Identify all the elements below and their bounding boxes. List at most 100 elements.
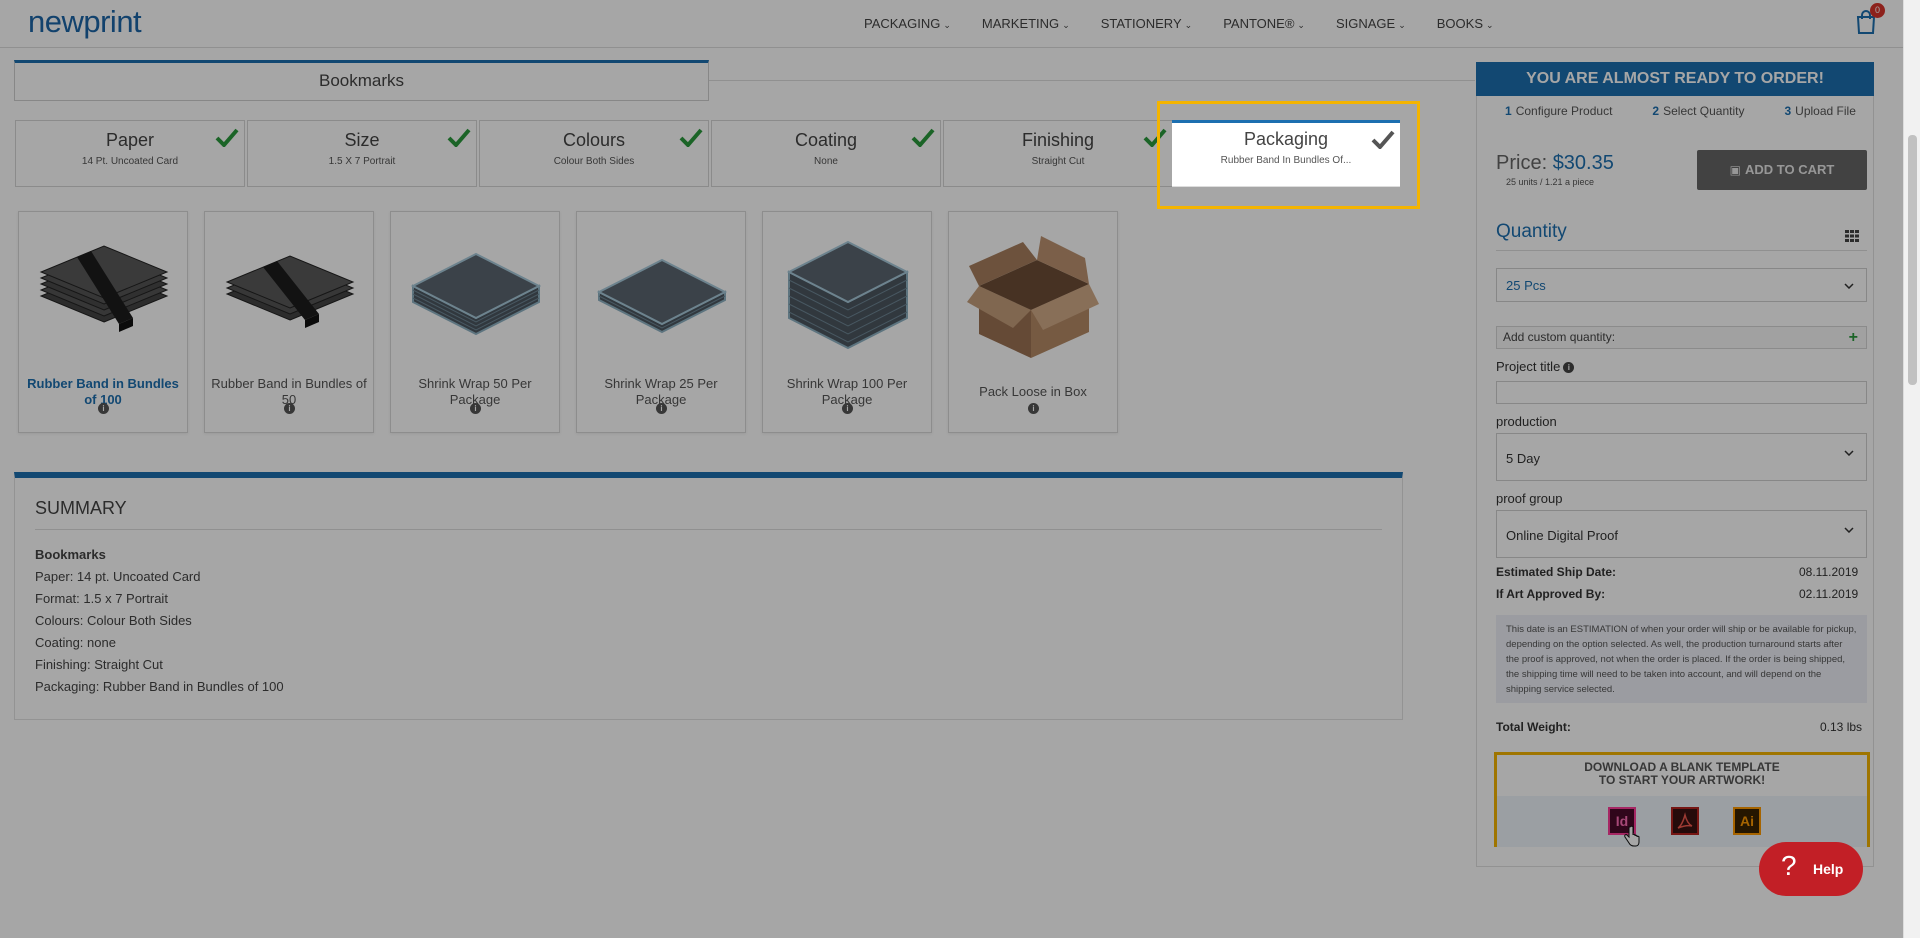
shrink-wrap-100-icon: [786, 240, 910, 350]
check-icon: [447, 128, 471, 147]
option-shrink-wrap-50[interactable]: Shrink Wrap 50 Per Package i: [390, 211, 560, 433]
check-icon: [215, 128, 239, 147]
order-step-upload: 3 Upload File: [1784, 104, 1856, 118]
shrink-wrap-50-icon: [410, 252, 542, 336]
main-nav: PACKAGING ⌄ MARKETING ⌄ STATIONERY ⌄ PANTON…: [864, 16, 1525, 31]
ship-date-note: This date is an ESTIMATION of when your …: [1496, 615, 1867, 703]
approved-by-label: If Art Approved By:: [1496, 587, 1606, 601]
page-scrollbar[interactable]: [1903, 0, 1920, 938]
option-pack-loose-box[interactable]: Pack Loose in Box i: [948, 211, 1118, 433]
ready-banner: YOU ARE ALMOST READY TO ORDER!: [1476, 62, 1874, 96]
chevron-down-icon: ⌄: [1062, 20, 1070, 30]
chevron-down-icon: [1844, 527, 1854, 533]
cart-count-badge: 0: [1870, 3, 1885, 18]
info-icon[interactable]: i: [1563, 362, 1575, 373]
nav-stationery[interactable]: STATIONERY ⌄: [1101, 16, 1192, 31]
project-title-input[interactable]: [1496, 381, 1867, 404]
option-shrink-wrap-100[interactable]: Shrink Wrap 100 Per Package i: [762, 211, 932, 433]
chevron-down-icon: ⌄: [1398, 20, 1406, 30]
chevron-down-icon: [1844, 450, 1854, 456]
summary-line: Coating: none: [35, 635, 116, 650]
info-icon[interactable]: i: [98, 403, 109, 414]
scrollbar-thumb[interactable]: [1908, 135, 1917, 385]
site-header: newprint PACKAGING ⌄ MARKETING ⌄ STATIONER…: [0, 0, 1920, 48]
download-title: DOWNLOAD A BLANK TEMPLATE TO START YOUR …: [1584, 760, 1780, 787]
option-shrink-wrap-25[interactable]: Shrink Wrap 25 Per Package i: [576, 211, 746, 433]
production-label: production: [1496, 414, 1557, 429]
approved-by-value: 02.11.2019: [1799, 587, 1859, 601]
info-icon[interactable]: i: [284, 403, 295, 414]
rubber-band-bundle-100-icon: [39, 245, 169, 332]
price-value: $30.35: [1552, 152, 1614, 174]
divider: [709, 80, 1475, 81]
nav-books[interactable]: BOOKS ⌄: [1437, 16, 1494, 31]
info-icon[interactable]: i: [656, 403, 667, 414]
price-per-unit: 25 units / 1.21 a piece: [1506, 177, 1595, 187]
summary-line: Format: 1.5 x 7 Portrait: [35, 591, 168, 606]
step-finishing[interactable]: Finishing Straight Cut: [943, 120, 1173, 187]
nav-signage[interactable]: SIGNAGE ⌄: [1336, 16, 1406, 31]
product-title-tab: Bookmarks: [14, 60, 709, 101]
help-button[interactable]: ? Help: [1759, 842, 1863, 896]
quantity-heading: Quantity: [1496, 221, 1567, 242]
order-step-quantity: 2 Select Quantity: [1652, 104, 1745, 118]
total-weight-value: 0.13 lbs: [1820, 720, 1863, 734]
check-icon: [679, 128, 703, 147]
hand-cursor-icon: [1624, 825, 1640, 847]
nav-pantone[interactable]: PANTONE® ⌄: [1223, 16, 1305, 31]
packaging-options: Rubber Band in Bundles of 100 i Rubber B…: [18, 211, 1134, 433]
add-to-cart-button[interactable]: ▣ ADD TO CART: [1697, 150, 1867, 190]
plus-icon[interactable]: +: [1849, 327, 1858, 348]
price: Price: $30.35: [1496, 152, 1614, 174]
chevron-down-icon: [1844, 283, 1854, 289]
chevron-down-icon: ⌄: [943, 20, 951, 30]
pdf-file-icon[interactable]: [1671, 807, 1699, 835]
option-rubber-band-100[interactable]: Rubber Band in Bundles of 100 i: [18, 211, 188, 433]
config-steps: Paper 14 Pt. Uncoated Card Size 1.5 X 7 …: [15, 120, 1175, 187]
nav-marketing[interactable]: MARKETING ⌄: [982, 16, 1070, 31]
open-box-icon: [967, 236, 1099, 358]
chevron-down-icon: ⌄: [1184, 20, 1193, 30]
question-icon: ?: [1781, 850, 1797, 881]
summary-line: Paper: 14 pt. Uncoated Card: [35, 569, 201, 584]
proof-group-select[interactable]: Online Digital Proof: [1496, 510, 1867, 558]
download-template-box: DOWNLOAD A BLANK TEMPLATE TO START YOUR …: [1494, 752, 1870, 847]
summary-product: Bookmarks: [35, 547, 106, 562]
custom-quantity-field[interactable]: Add custom quantity: +: [1496, 326, 1867, 349]
step-colours[interactable]: Colours Colour Both Sides: [479, 120, 709, 187]
project-title-label: Project title i: [1496, 359, 1575, 374]
file-icons-strip: Id Ai: [1497, 796, 1867, 847]
logo[interactable]: newprint: [28, 4, 142, 40]
nav-packaging[interactable]: PACKAGING ⌄: [864, 16, 951, 31]
production-select[interactable]: 5 Day: [1496, 433, 1867, 481]
illustrator-file-icon[interactable]: Ai: [1733, 807, 1761, 835]
info-icon[interactable]: i: [842, 403, 853, 414]
summary-line: Finishing: Straight Cut: [35, 657, 163, 672]
grid-icon[interactable]: [1845, 230, 1859, 242]
option-rubber-band-50[interactable]: Rubber Band in Bundles of 50 i: [204, 211, 374, 433]
order-steps: 1 Configure Product 2 Select Quantity 3 Upl…: [1505, 104, 1856, 118]
chevron-down-icon: ⌄: [1297, 20, 1305, 30]
info-icon[interactable]: i: [470, 403, 481, 414]
lock-icon: ▣: [1729, 163, 1742, 177]
summary-line: Packaging: Rubber Band in Bundles of 100: [35, 679, 284, 694]
proof-group-label: proof group: [1496, 491, 1563, 506]
step-coating[interactable]: Coating None: [711, 120, 941, 187]
order-summary: SUMMARY Bookmarks Paper: 14 pt. Uncoated…: [14, 472, 1403, 720]
ship-date-label: Estimated Ship Date:: [1496, 565, 1617, 579]
order-step-configure: 1 Configure Product: [1505, 104, 1613, 118]
total-weight-label: Total Weight:: [1496, 720, 1571, 734]
quantity-select[interactable]: 25 Pcs: [1496, 268, 1867, 302]
shrink-wrap-25-icon: [596, 258, 728, 334]
summary-heading: SUMMARY: [35, 478, 1382, 530]
step-paper[interactable]: Paper 14 Pt. Uncoated Card: [15, 120, 245, 187]
step-packaging[interactable]: Packaging Rubber Band In Bundles Of...: [1172, 120, 1400, 187]
divider: [1496, 250, 1867, 251]
summary-line: Colours: Colour Both Sides: [35, 613, 192, 628]
check-icon: [911, 128, 935, 147]
chevron-down-icon: ⌄: [1486, 20, 1494, 30]
info-icon[interactable]: i: [1028, 403, 1039, 414]
check-icon: [1143, 128, 1167, 147]
step-size[interactable]: Size 1.5 X 7 Portrait: [247, 120, 477, 187]
ship-date-value: 08.11.2019: [1799, 565, 1859, 579]
